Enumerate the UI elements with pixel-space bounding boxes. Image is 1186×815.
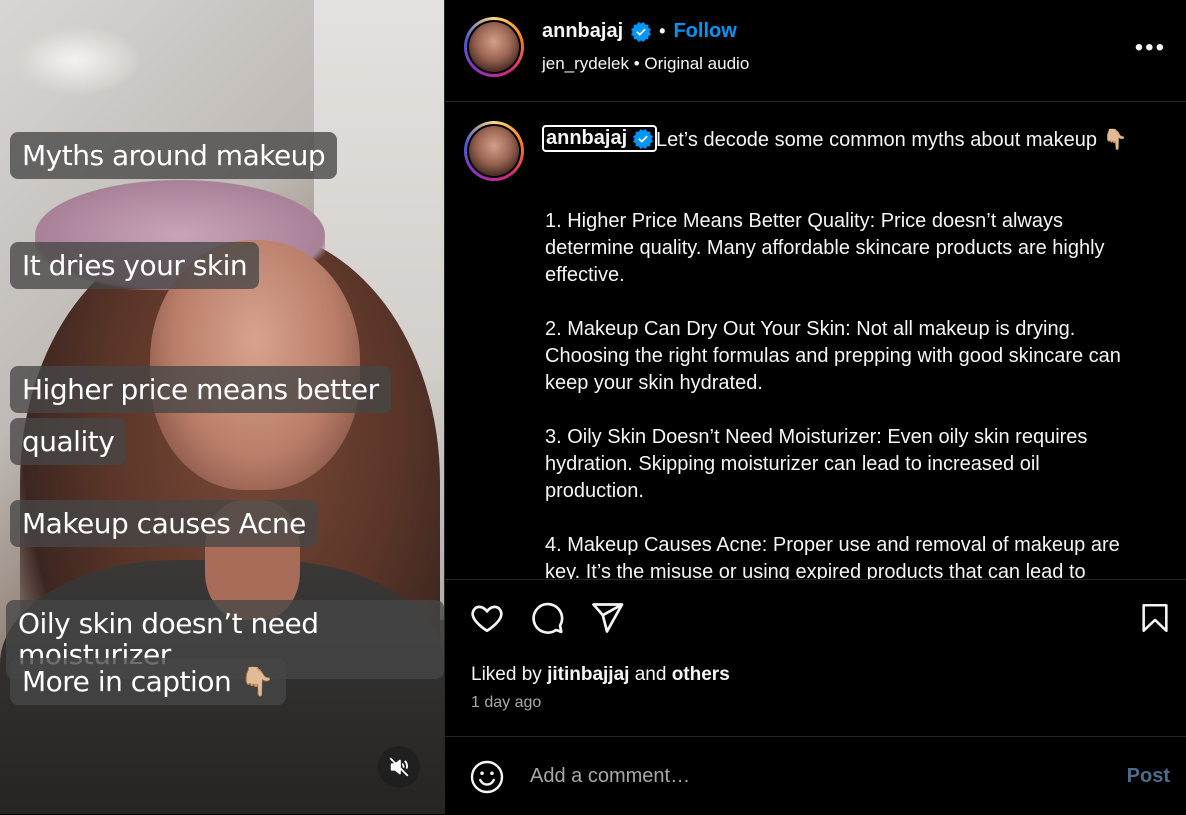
caption-username-text[interactable]: annbajaj <box>546 127 627 150</box>
emoji-icon[interactable] <box>469 759 505 795</box>
comment-bar: Add a comment… Post <box>445 736 1186 815</box>
caption-section: Let’s decode some common myths about mak… <box>445 101 1186 580</box>
caption-item: 4. Makeup Causes Acne: Proper use and re… <box>545 534 1120 580</box>
post-timestamp[interactable]: 1 day ago <box>471 694 541 712</box>
video-caption-dries-skin: It dries your skin <box>10 242 260 290</box>
audio-attribution[interactable]: jen_rydelek • Original audio <box>542 54 749 74</box>
caption-username[interactable]: annbajaj <box>542 125 658 152</box>
liked-by-prefix: Liked by <box>471 664 542 685</box>
post-viewer: Myths around makeup It dries your skin H… <box>0 0 1186 814</box>
post-side-panel: annbajaj • Follow jen_rydelek • Original… <box>444 0 1186 814</box>
comment-input[interactable]: Add a comment… <box>530 765 690 788</box>
video-caption-myths: Myths around makeup <box>10 132 338 180</box>
speaker-muted-icon <box>389 757 409 777</box>
video-caption-acne: Makeup causes Acne <box>10 500 318 548</box>
caption-author-avatar[interactable] <box>464 121 524 181</box>
follow-button[interactable]: Follow <box>673 20 736 43</box>
liked-by-and: and <box>634 664 667 685</box>
avatar-photo <box>469 126 519 176</box>
video-caption-higher-price: Higher price means better <box>10 366 391 414</box>
audio-separator: • <box>633 54 640 73</box>
comment-bubble-icon[interactable] <box>529 600 565 636</box>
caption-item: 3. Oily Skin Doesn’t Need Moisturizer: E… <box>545 426 1088 502</box>
video-caption-quality: quality <box>10 418 127 466</box>
video-caption-more: More in caption 👇🏼 <box>10 658 286 706</box>
verified-badge-icon <box>633 128 654 149</box>
liked-by-user[interactable]: jitinbajjaj <box>547 664 629 685</box>
audio-user[interactable]: jen_rydelek <box>542 54 629 73</box>
caption-body: 1. Higher Price Means Better Quality: Pr… <box>545 208 1141 580</box>
verified-badge-icon <box>631 21 652 42</box>
audio-label[interactable]: Original audio <box>644 54 749 73</box>
author-avatar[interactable] <box>464 17 524 77</box>
share-send-icon[interactable] <box>589 600 625 636</box>
reel-video[interactable]: Myths around makeup It dries your skin H… <box>0 0 444 814</box>
like-heart-icon[interactable] <box>469 600 505 636</box>
mute-toggle-button[interactable] <box>378 746 420 788</box>
header-separator: • <box>659 21 666 41</box>
avatar-photo <box>469 22 519 72</box>
author-username[interactable]: annbajaj <box>542 20 623 43</box>
more-options-icon[interactable]: ••• <box>1135 34 1166 62</box>
action-bar <box>445 590 1186 650</box>
liked-by-others[interactable]: others <box>672 664 730 685</box>
post-comment-button[interactable]: Post <box>1127 765 1170 788</box>
likes-summary: Liked by jitinbajjaj and others <box>471 664 730 686</box>
caption-item: 2. Makeup Can Dry Out Your Skin: Not all… <box>545 318 1121 394</box>
ceiling-light <box>10 25 140 95</box>
post-header: annbajaj • Follow jen_rydelek • Original… <box>445 0 1186 102</box>
caption-item: 1. Higher Price Means Better Quality: Pr… <box>545 210 1105 286</box>
save-bookmark-icon[interactable] <box>1138 600 1172 636</box>
